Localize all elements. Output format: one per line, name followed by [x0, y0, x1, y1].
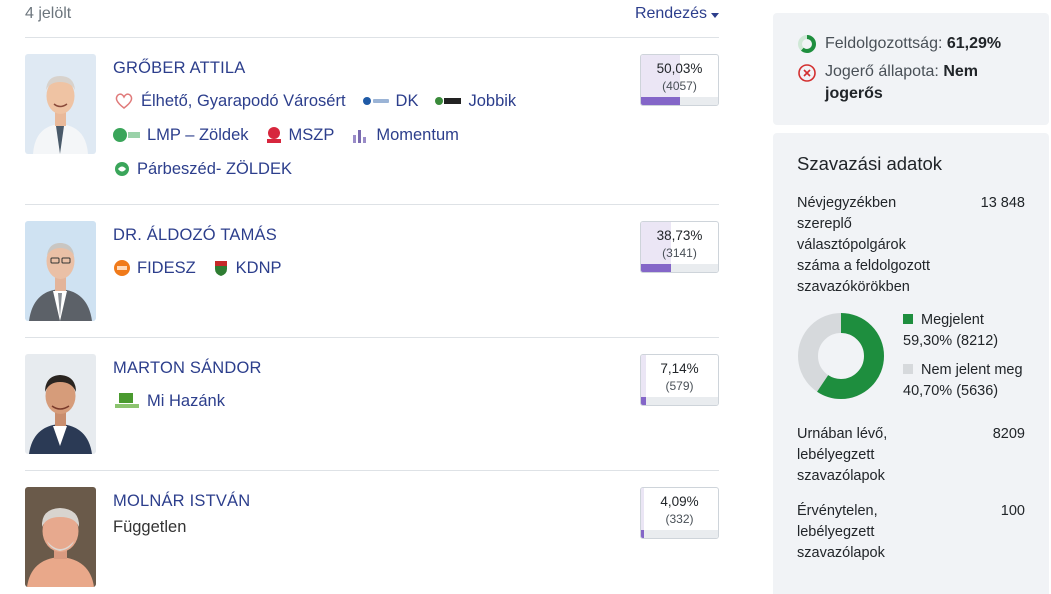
result-bar	[641, 530, 645, 538]
legal-status: Jogerő állapota: Nem jogerős	[797, 61, 1025, 105]
invalid-value: 100	[1000, 503, 1025, 519]
candidate-name[interactable]: MOLNÁR ISTVÁN	[113, 492, 250, 511]
legend-appeared: Megjelent 59,30% (8212)	[903, 312, 999, 349]
result-bar	[641, 264, 671, 272]
party-item[interactable]: MSZP	[265, 124, 335, 146]
party-name: MSZP	[288, 125, 335, 144]
caret-down-icon	[711, 12, 719, 18]
party-item[interactable]: LMP – Zöldek	[113, 124, 249, 146]
party-item[interactable]: Mi Hazánk	[113, 390, 225, 412]
candidate-row[interactable]: DR. ÁLDOZÓ TAMÁS FIDESZ KDNP 38,73% (314…	[25, 205, 719, 338]
party-name: FIDESZ	[137, 258, 196, 277]
list-header: 4 jelölt Rendezés	[25, 0, 719, 38]
result-box: 4,09% (332)	[640, 487, 719, 539]
registered-value: 13 848	[980, 195, 1025, 211]
elheto-logo-icon	[115, 93, 133, 109]
candidate-name[interactable]: DR. ÁLDOZÓ TAMÁS	[113, 226, 277, 245]
candidate-list: 4 jelölt Rendezés GRŐBER ATTILA Élhető, …	[25, 0, 719, 594]
party-name: Élhető, Gyarapodó Városért	[141, 91, 346, 110]
jobbik-logo-icon	[435, 97, 462, 105]
kdnp-logo-icon	[214, 261, 227, 276]
appeared-swatch	[903, 314, 913, 324]
party-name: DK	[395, 91, 419, 110]
voting-title: Szavazási adatok	[797, 153, 943, 174]
candidate-name[interactable]: MARTON SÁNDOR	[113, 359, 262, 378]
lmp-logo-icon	[113, 128, 140, 142]
candidate-photo	[25, 54, 96, 154]
party-list: Mi Hazánk	[113, 390, 619, 412]
party-name: LMP – Zöldek	[147, 125, 249, 144]
ballots-label: Urnában lévő, lebélyegzett szavazólapok	[797, 426, 888, 484]
result-bar	[641, 97, 680, 105]
mi-hazank-logo-icon	[115, 393, 139, 408]
party-name: KDNP	[235, 258, 282, 277]
fidesz-logo-icon	[114, 260, 130, 276]
registered-label: Névjegyzékben szereplő választópolgárok …	[797, 195, 930, 295]
party-item[interactable]: Jobbik	[434, 90, 516, 112]
result-box: 50,03% (4057)	[640, 54, 719, 106]
candidate-row[interactable]: MOLNÁR ISTVÁN Független 4,09% (332)	[25, 471, 719, 594]
sort-label: Rendezés	[634, 5, 707, 22]
progress-ring-icon	[798, 35, 816, 53]
party-name: Párbeszéd- ZÖLDEK	[137, 159, 292, 178]
result-box: 7,14% (579)	[640, 354, 719, 406]
party-item[interactable]: Élhető, Gyarapodó Városért	[113, 90, 346, 112]
party-item[interactable]: KDNP	[212, 257, 282, 279]
party-item[interactable]: DK	[362, 90, 419, 112]
processing-status: Feldolgozottság: 61,29%	[797, 33, 1025, 55]
parbeszed-logo-icon	[115, 162, 129, 176]
candidate-photo	[25, 487, 96, 587]
party-name: Mi Hazánk	[147, 391, 225, 410]
status-card: Feldolgozottság: 61,29% Jogerő állapota:…	[773, 13, 1049, 125]
party-list: FIDESZ KDNP	[113, 257, 619, 279]
result-votes: (4057)	[662, 79, 697, 93]
registered-voters-row: Névjegyzékben szereplő választópolgárok …	[797, 193, 1025, 298]
party-item[interactable]: FIDESZ	[113, 257, 196, 279]
independent-label: Független	[113, 518, 187, 536]
sort-dropdown[interactable]: Rendezés	[635, 5, 719, 23]
processing-value: 61,29%	[946, 35, 1002, 52]
candidate-row[interactable]: GRŐBER ATTILA Élhető, Gyarapodó Városért…	[25, 38, 719, 205]
result-percent: 38,73%	[656, 228, 703, 243]
result-votes: (332)	[665, 512, 694, 526]
party-list: Élhető, Gyarapodó Városért DK Jobbik LMP…	[113, 90, 619, 180]
candidate-row[interactable]: MARTON SÁNDOR Mi Hazánk 7,14% (579)	[25, 338, 719, 471]
appeared-value: 59,30% (8212)	[903, 333, 999, 349]
candidate-name[interactable]: GRŐBER ATTILA	[113, 59, 246, 78]
result-votes: (3141)	[662, 246, 697, 260]
candidate-photo	[25, 221, 96, 321]
turnout-chart: Megjelent 59,30% (8212) Nem jelent meg 4…	[797, 310, 1025, 410]
party-name: Momentum	[376, 125, 459, 144]
dk-logo-icon	[362, 97, 389, 105]
result-bar	[641, 397, 647, 405]
not-appeared-value: 40,70% (5636)	[903, 383, 999, 399]
party-item[interactable]: Momentum	[350, 124, 459, 146]
result-box: 38,73% (3141)	[640, 221, 719, 273]
ballots-value: 8209	[992, 426, 1025, 442]
party-item[interactable]: Párbeszéd- ZÖLDEK	[113, 158, 292, 180]
voting-data-card: Szavazási adatok Névjegyzékben szereplő …	[773, 133, 1049, 594]
party-name: Jobbik	[468, 91, 517, 110]
mszp-logo-icon	[266, 127, 281, 143]
turnout-legend: Megjelent 59,30% (8212) Nem jelent meg 4…	[903, 310, 1023, 410]
legal-label: Jogerő állapota:	[825, 63, 939, 80]
not-final-x-icon	[798, 64, 816, 82]
result-percent: 50,03%	[656, 61, 703, 76]
invalid-label: Érvénytelen, lebélyegzett szavazólapok	[797, 503, 885, 561]
not-appeared-swatch	[903, 364, 913, 374]
legend-not-appeared: Nem jelent meg 40,70% (5636)	[903, 362, 1023, 399]
candidate-photo	[25, 354, 96, 454]
result-percent: 7,14%	[660, 361, 699, 376]
candidate-count: 4 jelölt	[25, 5, 72, 22]
momentum-logo-icon	[353, 130, 367, 143]
result-percent: 4,09%	[660, 494, 699, 509]
processing-label: Feldolgozottság:	[825, 35, 943, 52]
invalid-row: Érvénytelen, lebélyegzett szavazólapok 1…	[797, 501, 1025, 564]
ballots-row: Urnában lévő, lebélyegzett szavazólapok …	[797, 424, 1025, 487]
turnout-donut	[798, 313, 884, 399]
result-votes: (579)	[665, 379, 694, 393]
